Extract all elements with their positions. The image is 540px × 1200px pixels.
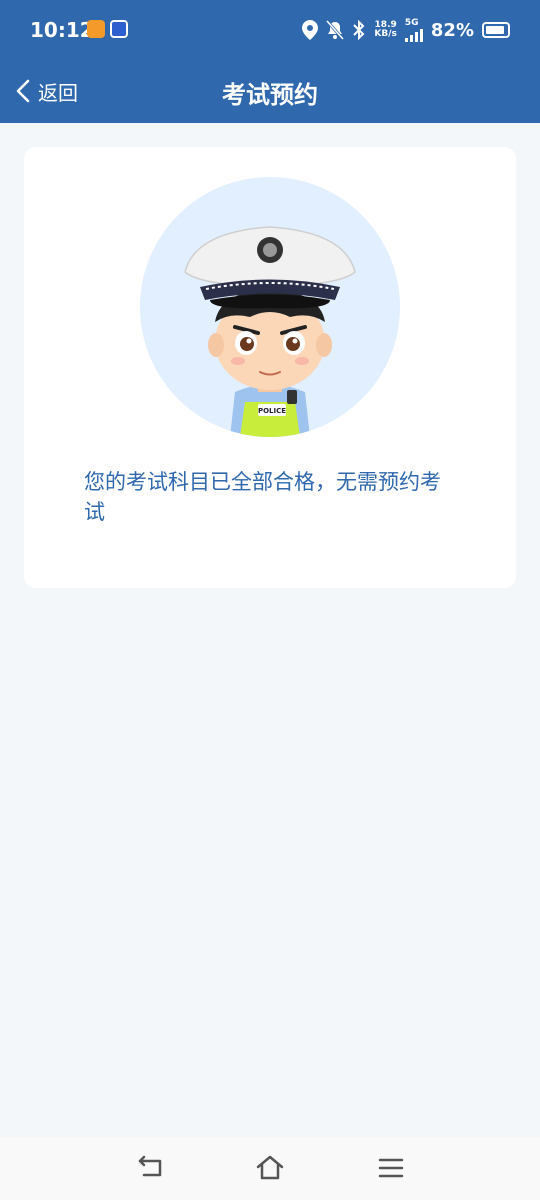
- status-bar: 10:12 18.9 KB/s 5G 82%: [0, 0, 540, 60]
- location-icon: [302, 20, 319, 40]
- bell-off-icon: [326, 20, 345, 40]
- shield-icon: [110, 20, 128, 38]
- police-avatar: POLICE: [140, 177, 400, 437]
- status-icons: 18.9 KB/s 5G 82%: [302, 16, 510, 44]
- battery-icon: [482, 22, 510, 38]
- home-icon: [256, 1155, 284, 1180]
- status-message: 您的考试科目已全部合格，无需预约考试: [84, 470, 441, 524]
- app-notification-icon: [87, 20, 105, 38]
- nav-menu-button[interactable]: [376, 1153, 406, 1183]
- network-speed: 18.9 KB/s: [374, 20, 397, 39]
- bluetooth-icon: [353, 20, 365, 40]
- police-badge-text: POLICE: [258, 407, 286, 415]
- nav-back-button[interactable]: [136, 1153, 166, 1183]
- result-card: POLICE 您的考试科目已全部合格，无需预约考试: [24, 147, 516, 588]
- police-officer-illustration: POLICE: [184, 226, 356, 437]
- menu-icon: [378, 1158, 404, 1178]
- status-time: 10:12: [30, 18, 94, 42]
- battery-percent: 82%: [430, 19, 474, 41]
- back-arrow-icon: [138, 1155, 162, 1177]
- nav-bar: 返回 考试预约: [0, 60, 540, 123]
- system-nav-bar: [0, 1137, 540, 1200]
- page-title: 考试预约: [222, 81, 318, 109]
- app-header: 10:12 18.9 KB/s 5G 82% 返回 考试预约: [0, 0, 540, 123]
- signal-icon: 5G: [404, 18, 423, 42]
- nav-home-button[interactable]: [255, 1153, 285, 1183]
